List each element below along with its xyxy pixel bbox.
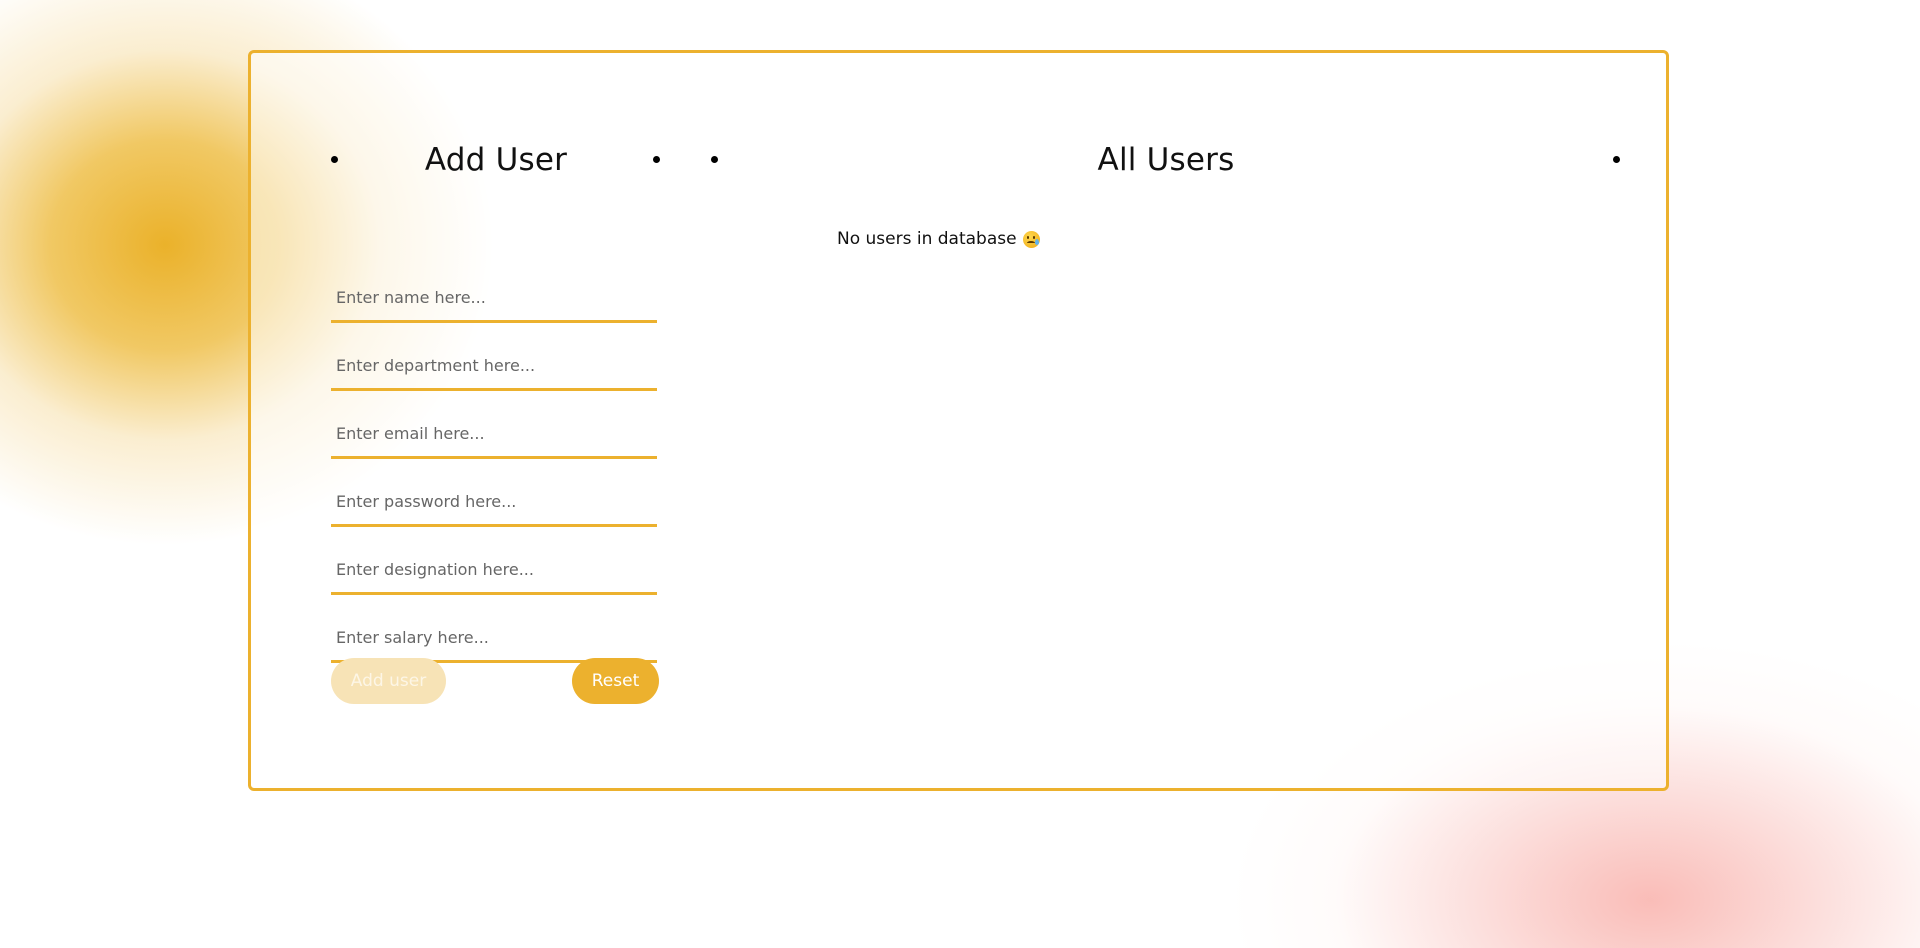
department-field-wrapper: [331, 343, 657, 391]
email-input[interactable]: [331, 411, 657, 456]
designation-field-wrapper: [331, 547, 657, 595]
empty-state-message: No users in database: [837, 229, 1040, 249]
tear-icon: [1034, 238, 1039, 245]
name-field-wrapper: [331, 275, 657, 323]
password-input[interactable]: [331, 479, 657, 524]
sad-face-icon: [1022, 230, 1040, 248]
reset-button[interactable]: Reset: [572, 658, 659, 704]
password-field-wrapper: [331, 479, 657, 527]
all-users-heading-row: All Users: [711, 135, 1621, 185]
add-user-button[interactable]: Add user: [331, 658, 446, 704]
bullet-icon: [1613, 156, 1620, 163]
bullet-icon: [711, 156, 718, 163]
all-users-panel: All Users No users in database: [711, 53, 1631, 753]
designation-input[interactable]: [331, 547, 657, 592]
add-user-heading-row: Add User: [331, 135, 661, 185]
add-user-title: Add User: [424, 142, 568, 178]
all-users-title: All Users: [1097, 142, 1235, 178]
empty-state-text: No users in database: [837, 229, 1017, 249]
department-input[interactable]: [331, 343, 657, 388]
bullet-icon: [331, 156, 338, 163]
email-field-wrapper: [331, 411, 657, 459]
salary-input[interactable]: [331, 615, 657, 660]
salary-field-wrapper: [331, 615, 657, 663]
bullet-icon: [653, 156, 660, 163]
name-input[interactable]: [331, 275, 657, 320]
main-card: Add User Add user Reset: [248, 50, 1669, 791]
